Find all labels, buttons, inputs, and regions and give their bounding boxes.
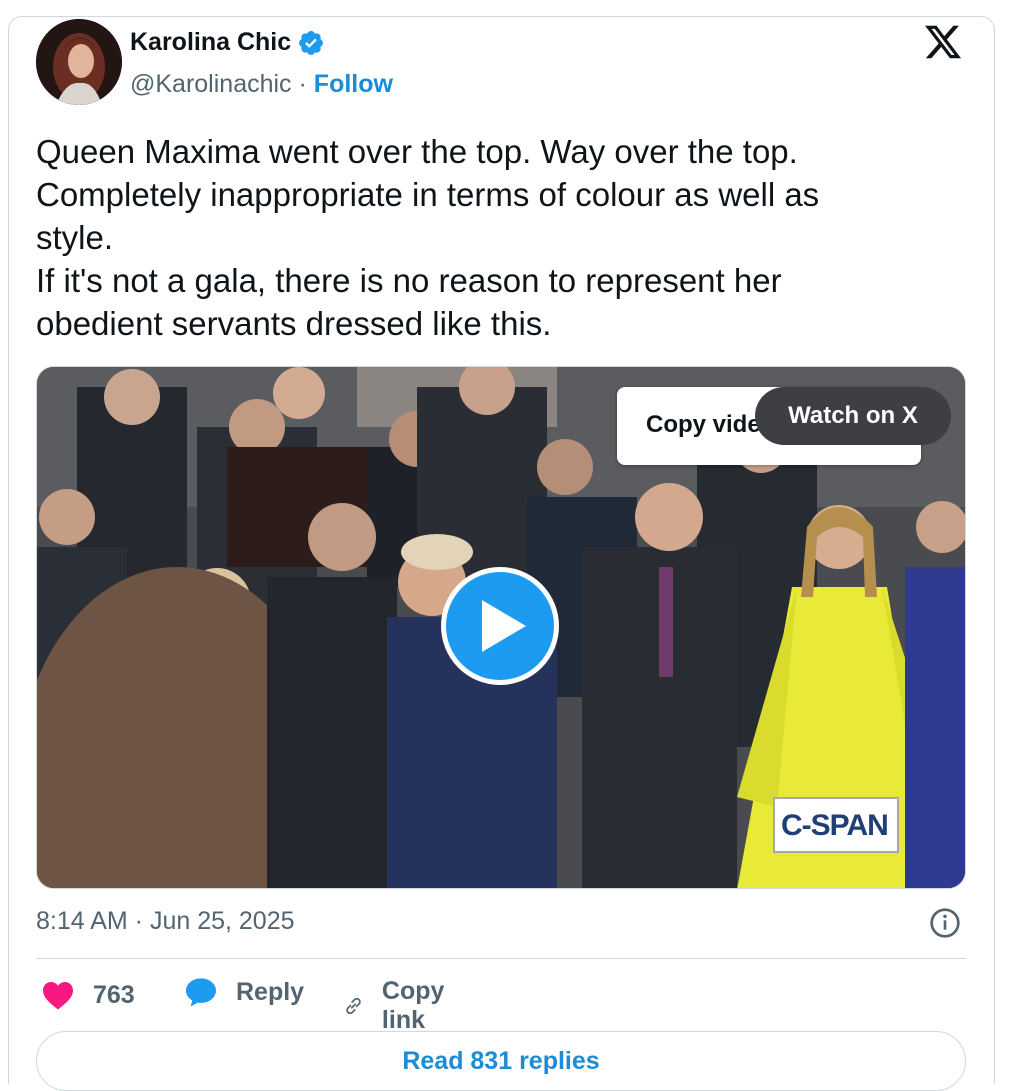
like-button[interactable]: 763 bbox=[41, 980, 135, 1010]
link-icon bbox=[346, 997, 361, 1015]
heart-icon bbox=[43, 982, 73, 1010]
separator-dot bbox=[292, 70, 299, 99]
tweet-timestamp[interactable]: 8:14 AM · Jun 25, 2025 bbox=[36, 907, 295, 936]
tweet-text: Queen Maxima went over the top. Way over… bbox=[36, 130, 936, 345]
video-player[interactable]: Copy video Watch on X C-SPAN bbox=[36, 366, 966, 889]
author-handle-row: @Karolinachic · Follow bbox=[130, 70, 393, 99]
x-logo-icon[interactable] bbox=[922, 22, 964, 62]
verified-badge-icon bbox=[299, 30, 324, 55]
tweet-line: Queen Maxima went over the top. Way over… bbox=[36, 133, 798, 170]
author-name-row: Karolina Chic bbox=[130, 28, 325, 57]
info-icon[interactable] bbox=[929, 907, 961, 939]
copy-link-button[interactable]: Copy link bbox=[343, 977, 456, 1035]
follow-button[interactable]: Follow bbox=[314, 70, 393, 99]
author-handle[interactable]: @Karolinachic bbox=[130, 70, 292, 99]
separator: · bbox=[298, 70, 307, 98]
reply-bubble-icon bbox=[186, 978, 216, 1007]
watch-on-x-button[interactable]: Watch on X bbox=[755, 387, 951, 445]
play-button[interactable] bbox=[441, 567, 559, 685]
tweet-line: Completely inappropriate in terms of col… bbox=[36, 176, 820, 213]
tweet-line: obedient servants dressed like this. bbox=[36, 305, 552, 342]
copy-link-label: Copy link bbox=[381, 977, 445, 1034]
reply-label: Reply bbox=[236, 977, 305, 1006]
tweet-line: style. bbox=[36, 219, 114, 256]
copy-video-label: Copy video bbox=[646, 411, 761, 438]
watermark-text: C-SPAN bbox=[781, 809, 889, 842]
like-count: 763 bbox=[93, 980, 135, 1009]
reply-button[interactable]: Reply bbox=[184, 977, 304, 1007]
divider bbox=[36, 958, 966, 959]
read-replies-button[interactable]: Read 831 replies bbox=[36, 1031, 966, 1091]
tweet-line: If it's not a gala, there is no reason t… bbox=[36, 262, 782, 299]
author-name[interactable]: Karolina Chic bbox=[130, 28, 291, 57]
avatar[interactable] bbox=[36, 19, 122, 105]
separator-space bbox=[307, 70, 314, 99]
play-icon bbox=[482, 600, 526, 652]
action-bar: 763 Reply Copy link bbox=[36, 975, 444, 1034]
cspan-watermark: C-SPAN bbox=[773, 797, 899, 853]
